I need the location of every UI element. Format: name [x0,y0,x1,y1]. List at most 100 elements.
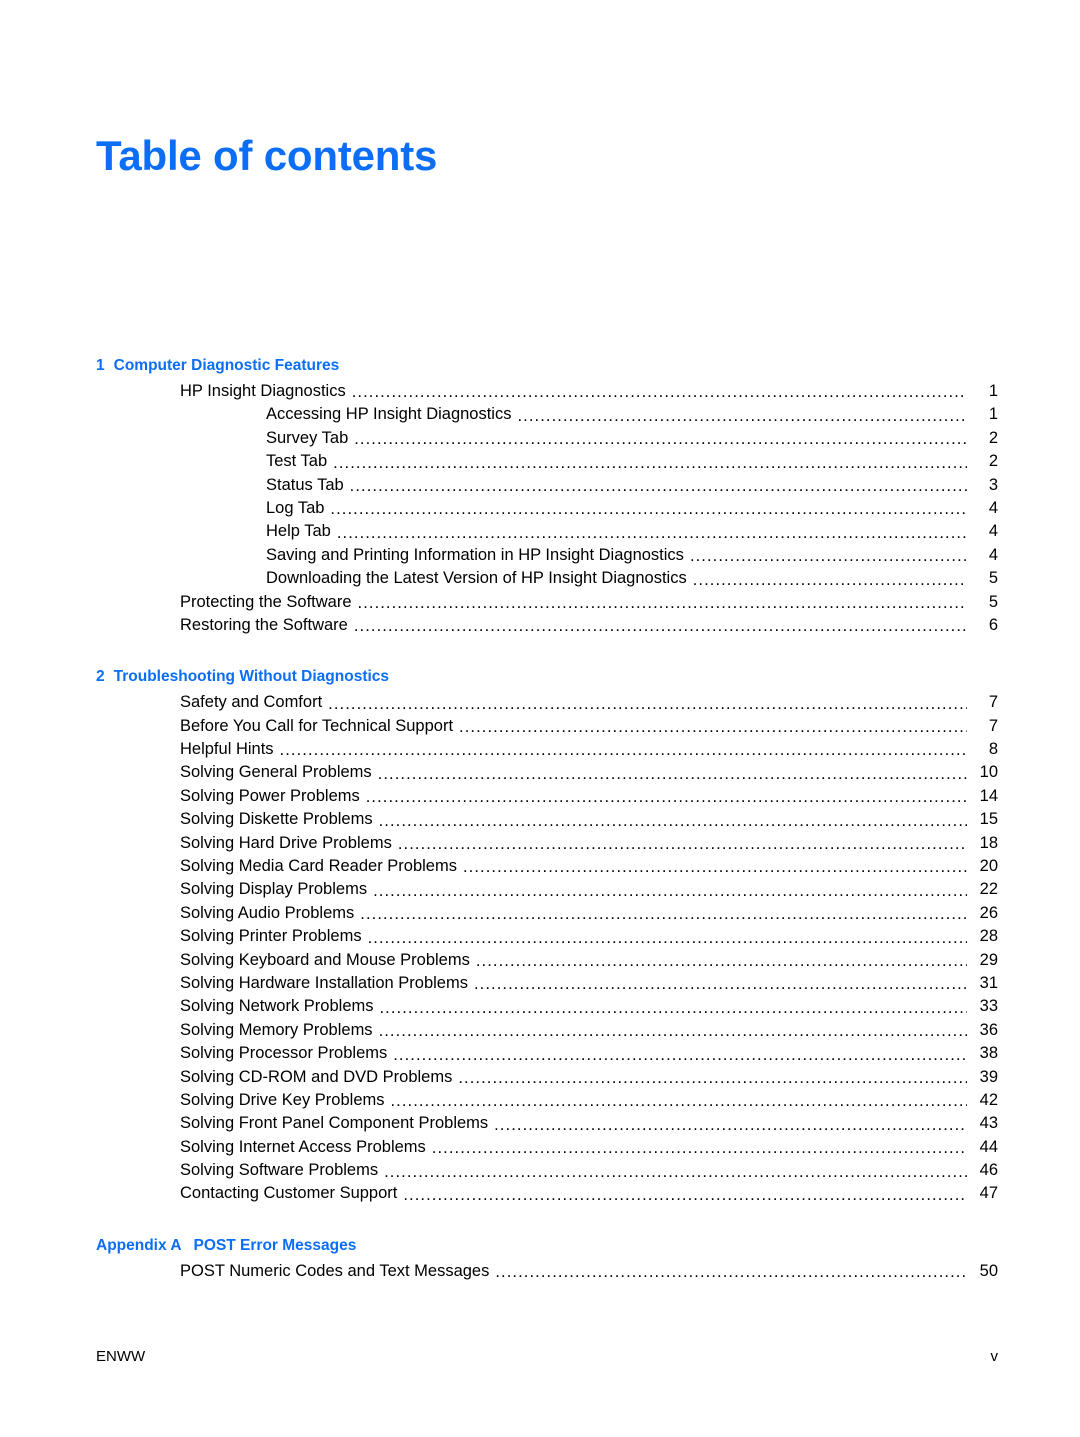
toc-entry-page-number: 6 [988,615,998,634]
toc-entry[interactable]: Solving Media Card Reader Problems 20 [96,855,998,878]
toc-entry[interactable]: Solving Keyboard and Mouse Problems 29 [96,949,998,972]
toc-entry[interactable]: Solving Diskette Problems 15 [96,808,998,831]
toc-entry[interactable]: Solving CD-ROM and DVD Problems 39 [96,1066,998,1089]
toc-entry-page-number: 3 [988,475,998,494]
toc-entry-label: Solving Processor Problems [180,1044,388,1063]
toc-entry[interactable]: Before You Call for Technical Support 7 [96,715,998,738]
toc-entry[interactable]: Saving and Printing Information in HP In… [96,544,998,567]
toc-leader-dots [693,567,967,591]
toc-leader-dots [463,855,967,878]
toc-entry[interactable]: Solving Internet Access Problems 44 [96,1136,998,1159]
toc-entry-page-number: 10 [979,763,998,782]
document-page: Table of contents 1 Computer Diagnostic F… [0,0,1080,1437]
toc-entry-label: POST Numeric Codes and Text Messages [180,1261,490,1280]
toc-entry[interactable]: HP Insight Diagnostics 1 [96,380,998,403]
toc-leader-dots [280,738,967,762]
page-title: Table of contents [96,132,438,180]
toc-entry[interactable]: Solving Audio Problems 26 [96,902,998,925]
toc-entry-label: Test Tab [266,452,328,471]
toc-leader-dots [393,1042,967,1066]
toc-entry[interactable]: Survey Tab 2 [96,427,998,450]
toc-entry-label: Solving Hardware Installation Problems [180,973,468,992]
toc-entry[interactable]: POST Numeric Codes and Text Messages 50 [96,1260,998,1283]
toc-entry-page-number: 28 [979,927,998,946]
toc-entry-label: Solving Internet Access Problems [180,1137,426,1156]
toc-entry-label: Solving Front Panel Component Problems [180,1114,489,1133]
toc-entry[interactable]: Help Tab 4 [96,520,998,543]
toc-entry[interactable]: Solving General Problems 10 [96,761,998,784]
toc-section-heading[interactable]: 2 Troubleshooting Without Diagnostics [96,667,998,687]
toc-leader-dots [337,520,967,544]
toc-section-heading[interactable]: Appendix A POST Error Messages [96,1236,998,1256]
toc-entry-page-number: 5 [988,569,998,588]
toc-section-title: Computer Diagnostic Features [113,357,340,374]
toc-entry-page-number: 15 [979,810,998,829]
toc-entry-label: Log Tab [266,498,325,517]
toc-entry[interactable]: Solving Printer Problems 28 [96,925,998,948]
toc-leader-dots [352,380,967,403]
toc-entry-page-number: 1 [988,381,998,400]
toc-entry[interactable]: Restoring the Software 6 [96,614,998,637]
toc-entry-page-number: 36 [979,1020,998,1039]
toc-entry-label: Solving Hard Drive Problems [180,833,392,852]
toc-leader-dots [354,427,967,450]
toc-leader-dots [378,761,967,785]
toc-leader-dots [380,995,968,1019]
toc-entry-page-number: 50 [979,1261,998,1280]
toc-leader-dots [391,1089,968,1112]
toc-entry[interactable]: Contacting Customer Support 47 [96,1183,998,1206]
toc-entry[interactable]: Helpful Hints 8 [96,738,998,761]
toc-entry[interactable]: Solving Hard Drive Problems 18 [96,832,998,855]
toc-entry-page-number: 4 [988,498,998,517]
toc-entry-page-number: 1 [988,405,998,424]
toc-entry[interactable]: Solving Drive Key Problems 42 [96,1089,998,1112]
toc-entry-page-number: 47 [979,1184,998,1203]
toc-section-number: 2 [96,668,105,686]
toc-leader-dots [373,878,967,902]
toc-entry[interactable]: Accessing HP Insight Diagnostics 1 [96,403,998,426]
toc-entry[interactable]: Safety and Comfort 7 [96,691,998,714]
toc-entry-page-number: 22 [979,880,998,899]
toc-leader-dots [432,1136,967,1159]
toc-entry[interactable]: Test Tab 2 [96,450,998,473]
toc-entry[interactable]: Solving Network Problems 33 [96,995,998,1018]
toc-entry-label: Helpful Hints [180,740,274,759]
toc-entry[interactable]: Solving Front Panel Component Problems 43 [96,1112,998,1135]
toc-leader-dots [403,1183,967,1206]
toc-entry-label: Status Tab [266,475,344,494]
toc-leader-dots [458,1066,967,1089]
toc-entry[interactable]: Solving Processor Problems 38 [96,1042,998,1065]
toc-entry-label: Saving and Printing Information in HP In… [266,545,684,564]
toc-entry-label: Restoring the Software [180,615,348,634]
table-of-contents: 1 Computer Diagnostic Features HP Insight … [96,356,998,1283]
toc-section-number: Appendix A [96,1236,182,1254]
toc-leader-dots [379,1019,967,1042]
toc-entry-label: Safety and Comfort [180,693,323,712]
toc-section-heading[interactable]: 1 Computer Diagnostic Features [96,356,998,376]
toc-entry-label: Solving Network Problems [180,997,374,1016]
toc-entry[interactable]: Solving Software Problems 46 [96,1159,998,1182]
toc-leader-dots [354,614,967,637]
toc-entry[interactable]: Log Tab 4 [96,497,998,520]
toc-entry-page-number: 20 [979,857,998,876]
toc-entry[interactable]: Solving Power Problems 14 [96,785,998,808]
toc-entry-label: Solving Printer Problems [180,927,362,946]
toc-entry-label: Solving Diskette Problems [180,810,373,829]
toc-entry[interactable]: Solving Memory Problems 36 [96,1019,998,1042]
toc-leader-dots [358,591,967,614]
toc-entry-label: Accessing HP Insight Diagnostics [266,405,512,424]
toc-entry-page-number: 8 [988,740,998,759]
toc-section: 2 Troubleshooting Without Diagnostics Safe… [96,667,998,1206]
toc-entry[interactable]: Protecting the Software 5 [96,591,998,614]
toc-entry-label: Survey Tab [266,428,349,447]
toc-entry[interactable]: Downloading the Latest Version of HP Ins… [96,567,998,590]
toc-entry[interactable]: Solving Hardware Installation Problems 31 [96,972,998,995]
toc-entry-label: Solving Power Problems [180,786,360,805]
toc-section-title: Troubleshooting Without Diagnostics [113,668,390,686]
page-footer: ENWW v [96,1348,998,1365]
toc-leader-dots [360,902,967,925]
toc-entry-page-number: 31 [979,973,998,992]
toc-entry[interactable]: Status Tab 3 [96,474,998,497]
toc-entry-page-number: 7 [988,716,998,735]
toc-entry[interactable]: Solving Display Problems 22 [96,878,998,901]
